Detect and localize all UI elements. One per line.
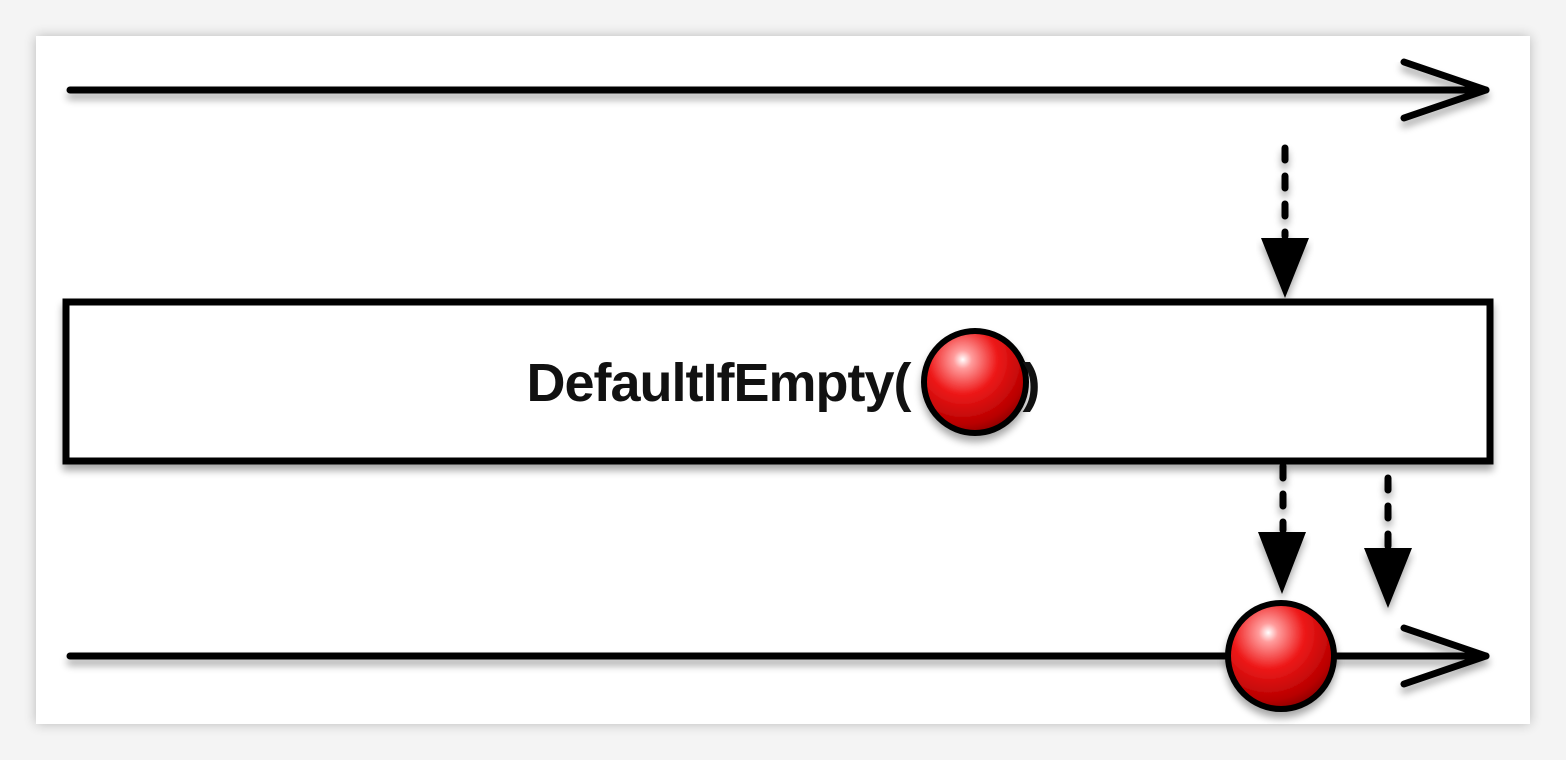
result-marble [1225,600,1337,712]
operator-box [62,298,1494,465]
diagram-canvas [36,36,1530,724]
marble-diagram: DefaultIfEmpty() [0,0,1566,760]
operator-argument-marble [921,328,1029,436]
